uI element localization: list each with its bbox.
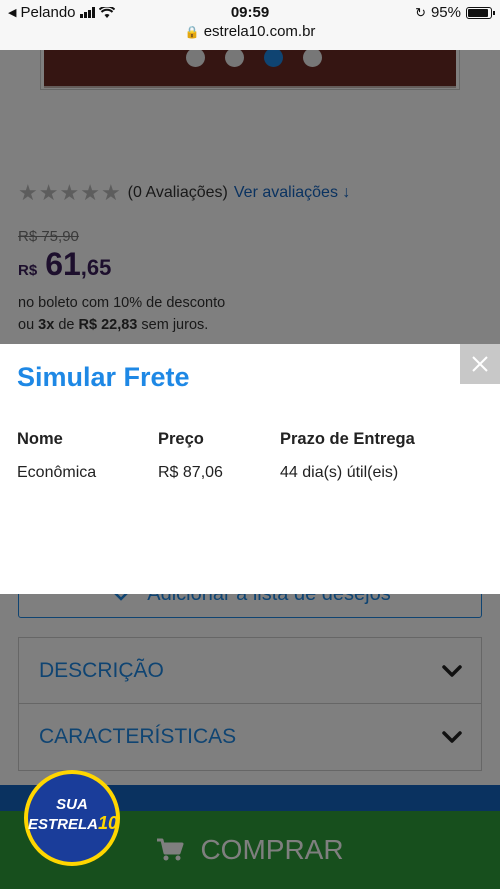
shipping-simulation-modal: Simular Frete Nome Preço Prazo de Entreg… — [0, 344, 500, 594]
badge-line1: SUA — [56, 796, 88, 813]
badge-number: 10 — [98, 813, 119, 833]
header-price: Preço — [158, 429, 204, 448]
orientation-lock-icon: ↻ — [415, 4, 426, 20]
url-text: estrela10.com.br — [203, 23, 316, 40]
estrela10-badge[interactable]: SUA ESTRELA10 — [24, 770, 120, 866]
modal-title: Simular Frete — [17, 362, 190, 392]
shipping-table: Nome Preço Prazo de Entrega Econômica R$… — [17, 422, 480, 490]
address-bar[interactable]: 🔒 estrela10.com.br — [0, 23, 500, 40]
table-row: Econômica R$ 87,06 44 dia(s) útil(eis) — [17, 456, 480, 490]
close-icon — [472, 356, 488, 372]
shipping-name: Econômica — [17, 464, 97, 481]
battery-percent: 95% — [430, 4, 461, 21]
badge-line2: ESTRELA10 — [28, 813, 119, 834]
lock-icon: 🔒 — [184, 25, 200, 39]
shipping-price: R$ 87,06 — [158, 464, 223, 481]
shipping-deadline: 44 dia(s) útil(eis) — [280, 464, 399, 481]
header-delivery: Prazo de Entrega — [280, 429, 415, 448]
status-bar: ◀ Pelando 09:59 🔒 estrela10.com.br ↻ 95% — [0, 0, 500, 50]
status-right: ↻ 95% — [415, 4, 495, 21]
badge-brand: ESTRELA — [28, 816, 99, 833]
table-header: Nome Preço Prazo de Entrega — [17, 422, 480, 456]
battery-icon — [466, 6, 495, 19]
close-button[interactable] — [460, 344, 500, 384]
header-name: Nome — [17, 429, 63, 448]
